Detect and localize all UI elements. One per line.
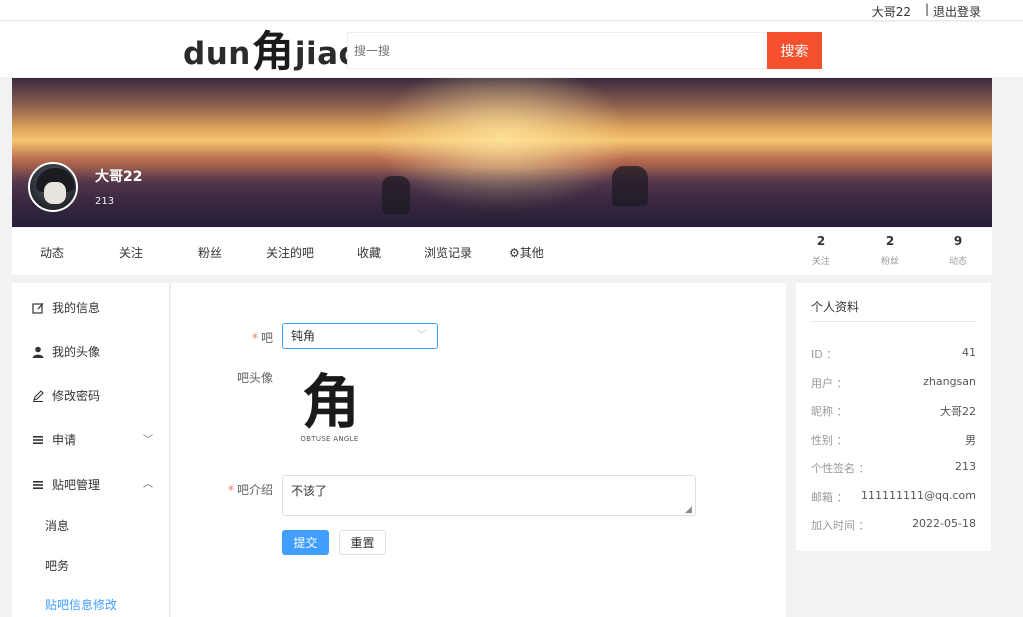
resize-handle-icon[interactable]: ◢ [685, 505, 692, 515]
edit-icon [32, 302, 44, 314]
stat-dynamics-label: 动态 [948, 257, 967, 267]
banner-signature: 213 [95, 196, 115, 207]
bar-edit-form: * 吧 钝角 ﹀ 吧头像 角 OBTUSE ANGLE * 吧介绍 不该了 ◢ 提交… [171, 283, 786, 617]
bar-select[interactable]: 钝角 ﹀ [282, 323, 438, 349]
sidebar-item-label: 我的信息 [52, 301, 101, 315]
nav-item-dynamics[interactable]: 动态 [40, 244, 64, 261]
profile-nav: 动态 关注 粉丝 关注的吧 收藏 浏览记录 ⚙其他 2 关注 2 粉丝 9 动态 [12, 228, 992, 275]
avatar-face [44, 182, 66, 204]
profile-row-nickname: 昵称 ：大哥22 [811, 405, 976, 418]
bar-select-value: 钝角 [291, 329, 316, 343]
sidebar-item-label: 申请 [52, 433, 77, 447]
stat-dynamics[interactable]: 9 动态 [938, 234, 978, 267]
username-link[interactable]: 大哥22 [872, 3, 911, 20]
nav-item-other[interactable]: ⚙其他 [509, 244, 544, 261]
sidebar-item-bar-management[interactable]: 贴吧管理 [32, 476, 100, 493]
sidebar-item-change-password[interactable]: 修改密码 [32, 387, 100, 404]
pen-icon [33, 389, 44, 402]
site-logo[interactable]: dun 角 jiao [183, 26, 360, 74]
user-icon [32, 346, 44, 358]
nav-item-following[interactable]: 关注 [119, 244, 143, 261]
bar-avatar-glyph: 角 [301, 368, 360, 436]
nav-item-fans[interactable]: 粉丝 [198, 244, 222, 261]
sidebar-item-label: 我的头像 [52, 345, 101, 359]
chevron-down-icon: ﹀ [417, 330, 427, 341]
list-icon [33, 480, 43, 489]
reset-button[interactable]: 重置 [339, 530, 386, 555]
bar-field-label: * 吧 [251, 331, 273, 345]
sidebar-menu: 我的信息 我的头像 修改密码 申请 ﹀ 贴吧管理 ︿ 消息 吧务 贴吧信息修改 [12, 283, 170, 617]
profile-row-email: 邮箱 ： 111111111@qq.com [811, 489, 976, 504]
banner-figure-left [382, 176, 410, 214]
sidebar-subitem-messages[interactable]: 消息 [45, 517, 69, 534]
nav-item-history[interactable]: 浏览记录 [424, 244, 472, 261]
profile-row-signature: 个性签名 ： 213 [811, 460, 976, 475]
logo-text-dun: dun [183, 36, 251, 72]
bar-intro-label: * 吧介绍 [227, 483, 273, 497]
search-button[interactable]: 搜索 [767, 32, 822, 69]
topbar-separator: | [924, 2, 929, 16]
site-header: dun角jiao 搜索 [0, 22, 1023, 77]
top-bar: 大哥22 | 退出登录 [0, 0, 1023, 21]
stat-fans-count: 2 [885, 234, 895, 248]
sidebar-item-label: 贴吧管理 [52, 478, 101, 492]
stat-fans[interactable]: 2 粉丝 [870, 234, 910, 267]
bar-avatar-label: 吧头像 [236, 371, 273, 385]
profile-row-user: 用户 ： zhangsan [811, 375, 976, 390]
nav-item-followed-bars[interactable]: 关注的吧 [266, 244, 314, 261]
profile-card: 个人资料 ID ： 41 用户 ： zhangsan 昵称 ：大哥22 性别 ：男 … [796, 283, 991, 551]
search-input[interactable] [347, 32, 767, 69]
profile-title: 个人资料 [811, 300, 860, 314]
sidebar-item-my-info[interactable]: 我的信息 [32, 299, 100, 316]
chevron-down-icon[interactable]: ﹀ [143, 431, 153, 446]
stat-following[interactable]: 2 关注 [801, 234, 841, 267]
nav-item-favorites[interactable]: 收藏 [357, 244, 381, 261]
stat-following-label: 关注 [811, 257, 830, 267]
profile-row-id: ID ： 41 [811, 346, 976, 361]
sidebar-item-apply[interactable]: 申请 [32, 431, 76, 448]
profile-row-join-date: 加入时间 ： 2022-05-18 [811, 517, 976, 532]
stat-dynamics-count: 9 [953, 234, 963, 248]
banner-clouds [12, 167, 992, 227]
logo-glyph: 角 [251, 27, 294, 76]
sidebar-subitem-bar-affairs[interactable]: 吧务 [45, 557, 69, 574]
sidebar-subitem-edit-bar-info[interactable]: 贴吧信息修改 [45, 596, 117, 613]
bar-intro-textarea[interactable]: 不该了 [282, 475, 696, 516]
avatar[interactable] [28, 162, 78, 212]
list-icon [33, 435, 43, 444]
chevron-up-icon[interactable]: ︿ [143, 475, 153, 490]
profile-banner: 大哥22 213 [12, 78, 992, 227]
banner-username: 大哥22 [95, 169, 143, 185]
sidebar-item-my-avatar[interactable]: 我的头像 [32, 343, 100, 360]
sidebar-item-label: 修改密码 [52, 389, 101, 403]
stat-fans-label: 粉丝 [880, 257, 899, 267]
stat-following-count: 2 [816, 234, 826, 248]
logout-link[interactable]: 退出登录 [933, 3, 981, 20]
profile-divider [811, 321, 976, 322]
bar-avatar-caption: OBTUSE ANGLE [300, 435, 359, 443]
submit-button[interactable]: 提交 [282, 530, 329, 555]
banner-figure-right [612, 166, 648, 206]
profile-row-gender: 性别 ：男 [811, 434, 976, 447]
bar-avatar-image[interactable]: 角 OBTUSE ANGLE [300, 368, 361, 453]
